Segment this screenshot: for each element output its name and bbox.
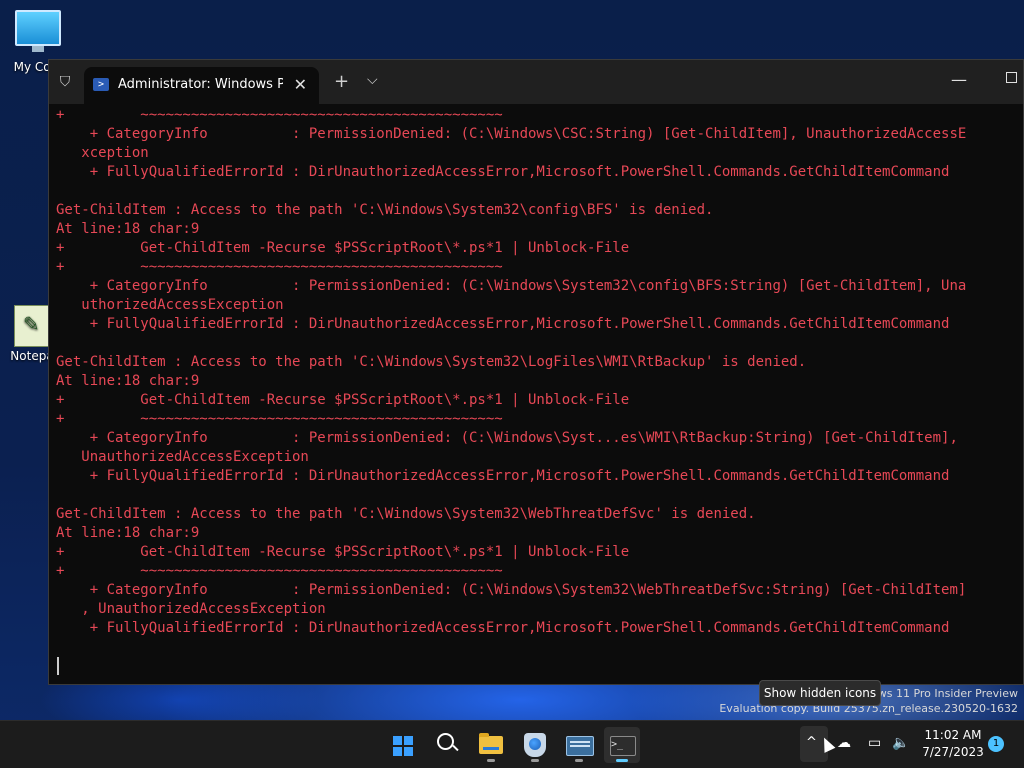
- chevron-up-icon: ^: [806, 735, 817, 750]
- windows-icon: [393, 736, 413, 756]
- console-line: UnauthorizedAccessException: [56, 449, 309, 465]
- tab-powershell[interactable]: > Administrator: Windows Powe ✕: [84, 67, 319, 104]
- paint-button[interactable]: [517, 727, 553, 763]
- console-line: + CategoryInfo : PermissionDenied: (C:\W…: [56, 582, 967, 598]
- console-line: + FullyQualifiedErrorId : DirUnauthorize…: [56, 468, 950, 484]
- running-indicator: [531, 759, 539, 762]
- terminal-window[interactable]: ⛉ > Administrator: Windows Powe ✕ + ⌵ — …: [48, 59, 1024, 685]
- maximize-button[interactable]: [1006, 72, 1017, 83]
- tab-close-icon[interactable]: ✕: [294, 75, 307, 94]
- console-line: + FullyQualifiedErrorId : DirUnauthorize…: [56, 620, 950, 636]
- tab-title: Administrator: Windows Powe: [118, 77, 283, 92]
- folder-icon: [479, 733, 503, 754]
- network-icon[interactable]: ▭: [868, 735, 881, 751]
- console-line: At line:18 char:9: [56, 525, 200, 541]
- active-indicator: [616, 759, 628, 762]
- console-line: At line:18 char:9: [56, 221, 200, 237]
- start-button[interactable]: [385, 727, 421, 763]
- console-line: Get-ChildItem : Access to the path 'C:\W…: [56, 354, 807, 370]
- console-line: xception: [56, 145, 149, 161]
- console-line: + Get-ChildItem -Recurse $PSScriptRoot\*…: [56, 392, 630, 408]
- console-line: + FullyQualifiedErrorId : DirUnauthorize…: [56, 164, 950, 180]
- tooltip: Show hidden icons: [759, 680, 881, 706]
- console-line: At line:18 char:9: [56, 373, 200, 389]
- notification-badge[interactable]: 1: [988, 736, 1004, 752]
- console-line: + ~~~~~~~~~~~~~~~~~~~~~~~~~~~~~~~~~~~~~~…: [56, 107, 503, 123]
- terminal-button[interactable]: >_: [604, 727, 640, 763]
- minimize-button[interactable]: —: [951, 70, 967, 89]
- volume-icon[interactable]: 🔈: [892, 735, 909, 751]
- chevron-down-icon[interactable]: ⌵: [367, 72, 378, 88]
- clock-date[interactable]: 7/27/2023: [918, 745, 988, 759]
- console-line: Get-ChildItem : Access to the path 'C:\W…: [56, 506, 756, 522]
- text-cursor: [57, 657, 59, 675]
- terminal-icon: >_: [610, 736, 636, 756]
- paint-icon: [524, 733, 546, 757]
- console-line: + CategoryInfo : PermissionDenied: (C:\W…: [56, 278, 967, 294]
- console-line: uthorizedAccessException: [56, 297, 284, 313]
- console-line: + ~~~~~~~~~~~~~~~~~~~~~~~~~~~~~~~~~~~~~~…: [56, 563, 503, 579]
- notepad-icon: [14, 305, 50, 347]
- console-line: + Get-ChildItem -Recurse $PSScriptRoot\*…: [56, 544, 630, 560]
- keyboard-app-button[interactable]: [561, 727, 597, 763]
- powershell-icon: >: [93, 78, 109, 91]
- console-line: + CategoryInfo : PermissionDenied: (C:\W…: [56, 126, 967, 142]
- clock-time[interactable]: 11:02 AM: [918, 728, 988, 742]
- search-icon: [437, 733, 454, 750]
- computer-icon: [15, 10, 61, 52]
- console-line: Get-ChildItem : Access to the path 'C:\W…: [56, 202, 714, 218]
- cloud-offline-icon[interactable]: ☁: [837, 735, 851, 751]
- running-indicator: [487, 759, 495, 762]
- console-output[interactable]: + ~~~~~~~~~~~~~~~~~~~~~~~~~~~~~~~~~~~~~~…: [56, 106, 1023, 684]
- file-explorer-button[interactable]: [473, 727, 509, 763]
- console-line: + ~~~~~~~~~~~~~~~~~~~~~~~~~~~~~~~~~~~~~~…: [56, 411, 503, 427]
- search-button[interactable]: [429, 727, 465, 763]
- console-line: + Get-ChildItem -Recurse $PSScriptRoot\*…: [56, 240, 630, 256]
- console-line: + ~~~~~~~~~~~~~~~~~~~~~~~~~~~~~~~~~~~~~~…: [56, 259, 503, 275]
- title-bar[interactable]: ⛉ > Administrator: Windows Powe ✕ + ⌵ —: [49, 60, 1023, 104]
- new-tab-button[interactable]: +: [334, 71, 349, 92]
- console-line: , UnauthorizedAccessException: [56, 601, 326, 617]
- running-indicator: [575, 759, 583, 762]
- console-line: + CategoryInfo : PermissionDenied: (C:\W…: [56, 430, 958, 446]
- console-line: + FullyQualifiedErrorId : DirUnauthorize…: [56, 316, 950, 332]
- shield-icon: ⛉: [59, 74, 71, 90]
- keyboard-icon: [566, 736, 594, 756]
